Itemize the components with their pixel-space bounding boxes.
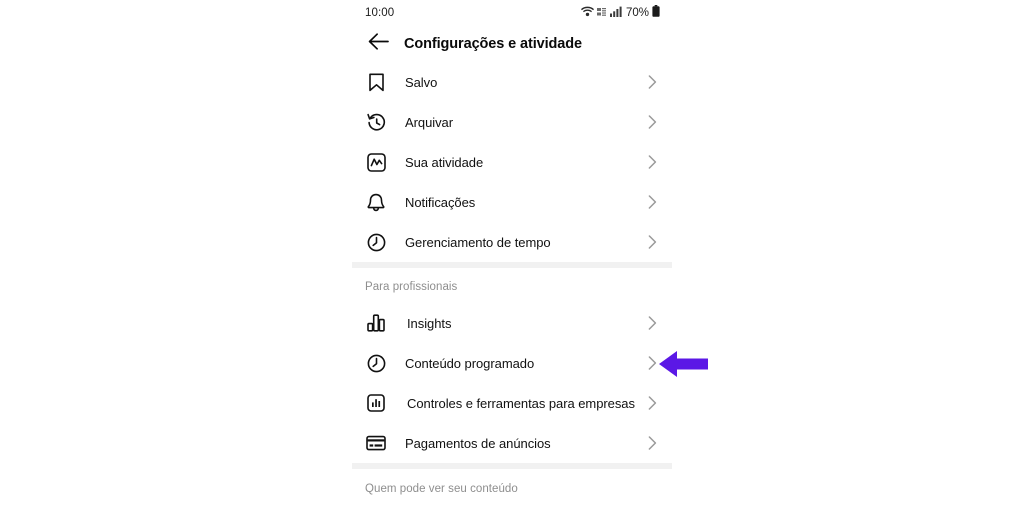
list-item-label: Arquivar [405,114,454,130]
clock-icon [365,352,387,374]
list-item-label: Controles e ferramentas para empresas [407,395,635,411]
chevron-right-icon [645,356,659,370]
list-item-label: Gerenciamento de tempo [405,234,551,250]
status-time: 10:00 [365,7,395,19]
settings-group-professional: Insights Conteúdo programado Controles e… [352,303,672,463]
chevron-right-icon [645,436,659,450]
list-item-gerenciamento-de-tempo[interactable]: Gerenciamento de tempo [352,222,672,262]
bar-chart-icon [365,312,387,334]
signal-bars-icon [609,4,622,22]
chevron-right-icon [645,195,659,209]
wifi-icon [580,4,594,22]
list-item-notificacoes[interactable]: Notificações [352,182,672,222]
data-speed-icon [596,4,607,22]
chevron-right-icon [645,316,659,330]
business-tools-icon [365,392,387,414]
battery-percent-label: 70% [625,7,649,19]
list-item-pagamentos-de-anuncios[interactable]: Pagamentos de anúncios [352,423,672,463]
list-item-sua-atividade[interactable]: Sua atividade [352,142,672,182]
list-item-arquivar[interactable]: Arquivar [352,102,672,142]
activity-chart-icon [365,151,387,173]
list-item-controles-e-ferramentas-para-empresas[interactable]: Controles e ferramentas para empresas [352,383,672,423]
list-item-label: Salvo [405,74,438,90]
credit-card-icon [365,432,387,454]
list-item-label: Sua atividade [405,154,484,170]
list-item-insights[interactable]: Insights [352,303,672,343]
clock-icon [365,231,387,253]
chevron-right-icon [645,115,659,129]
status-indicators: 70% [580,4,660,22]
page-title: Configurações e atividade [404,36,582,52]
phone-screenshot: 10:00 70% Configurações e atividade Salv… [352,0,672,512]
arrow-left-icon [368,33,389,55]
page-header: Configurações e atividade [352,26,672,62]
settings-group-general: Salvo Arquivar Sua atividade Notificaçõe… [352,62,672,262]
archive-clock-icon [365,111,387,133]
list-item-label: Pagamentos de anúncios [405,435,551,451]
chevron-right-icon [645,396,659,410]
bookmark-icon [365,71,387,93]
bell-icon [365,191,387,213]
chevron-right-icon [645,75,659,89]
list-item-conteudo-programado[interactable]: Conteúdo programado [352,343,672,383]
status-bar: 10:00 70% [352,0,672,26]
battery-icon [652,4,660,22]
section-title-para-profissionais: Para profissionais [365,281,458,293]
chevron-right-icon [645,155,659,169]
list-item-label: Notificações [405,194,476,210]
section-title-quem-pode-ver-seu-conteudo: Quem pode ver seu conteúdo [365,483,518,495]
list-item-salvo[interactable]: Salvo [352,62,672,102]
chevron-right-icon [645,235,659,249]
list-item-label: Conteúdo programado [405,355,535,371]
back-button[interactable] [365,31,391,57]
list-item-label: Insights [407,315,452,331]
